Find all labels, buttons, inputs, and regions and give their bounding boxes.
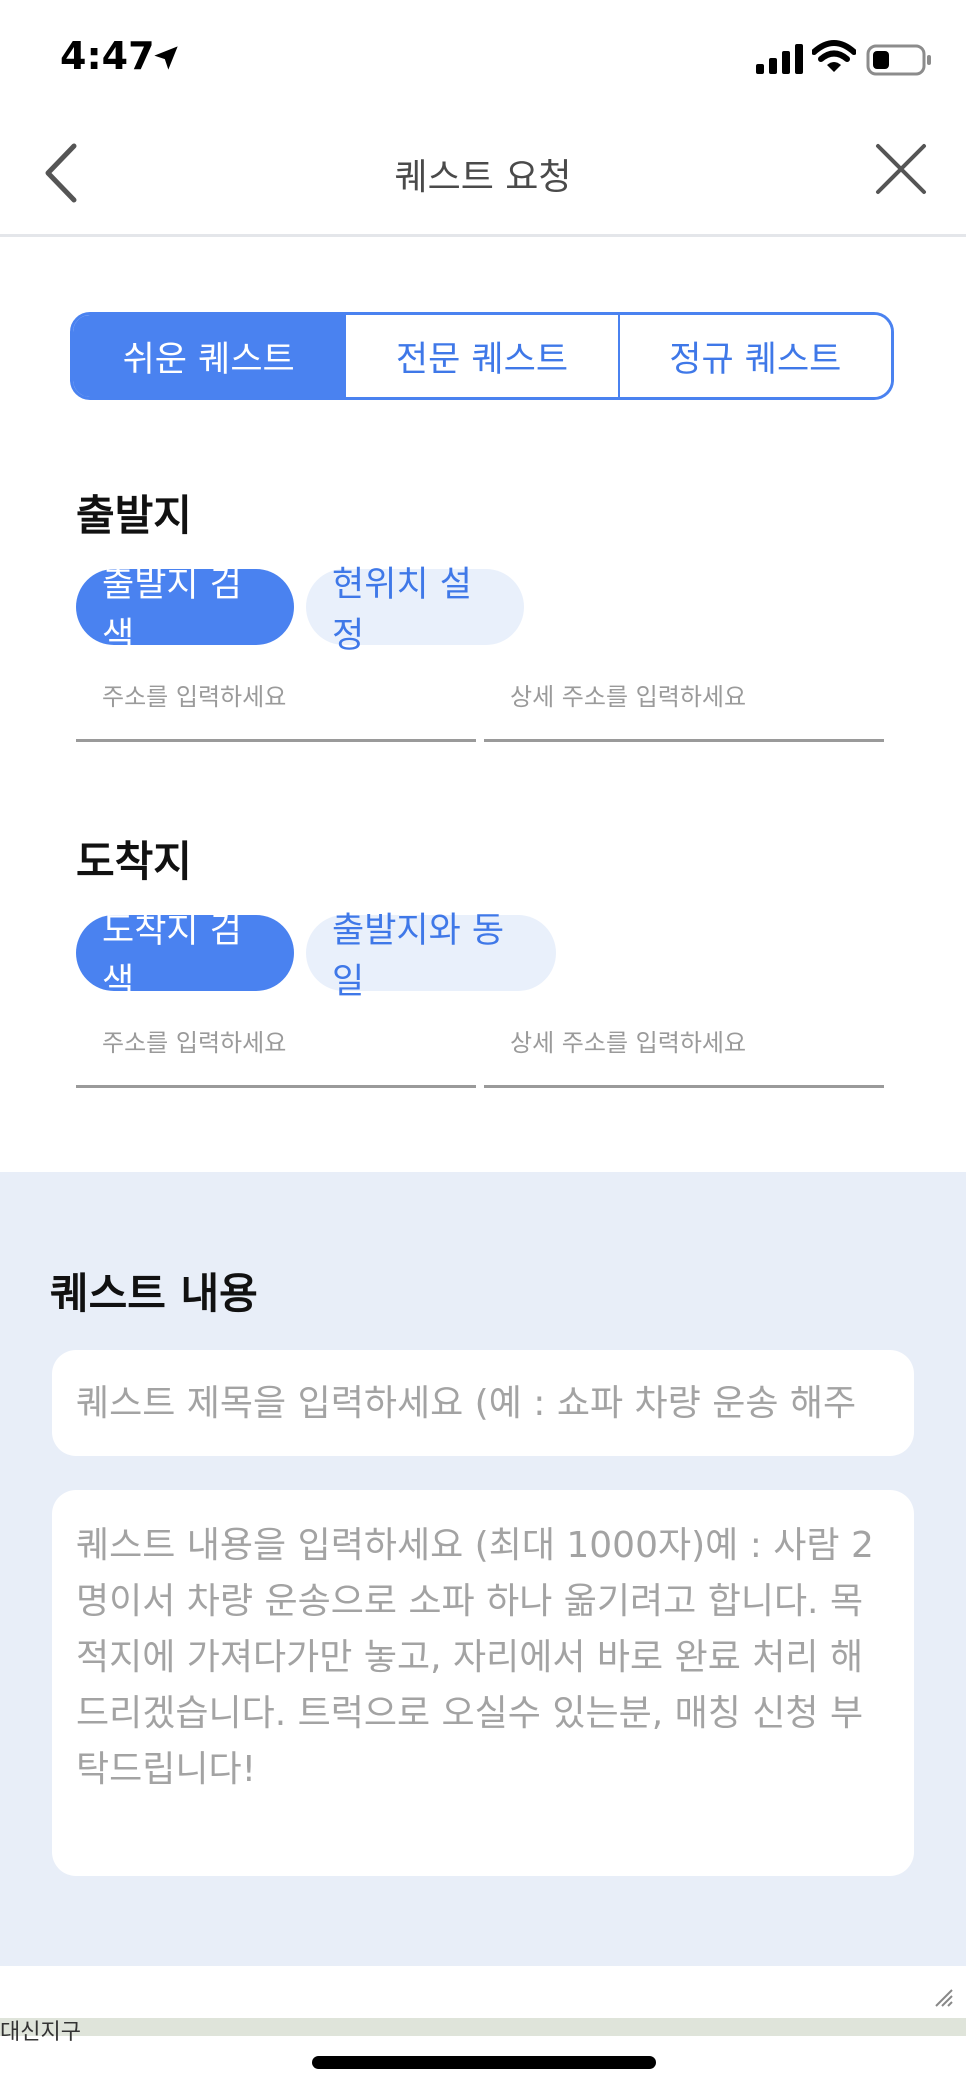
battery-icon (866, 44, 931, 76)
tab-easy-quest[interactable]: 쉬운 퀘스트 (73, 315, 345, 397)
arrival-search-button[interactable]: 도착지 검색 (76, 911, 294, 1002)
quest-content-section: 퀘스트 내용 (0, 1172, 966, 1966)
departure-address-input[interactable] (76, 668, 476, 742)
arrival-title: 도착지 (76, 837, 192, 886)
arrival-address-input[interactable] (76, 1014, 476, 1088)
tab-regular-quest[interactable]: 정규 퀘스트 (617, 315, 891, 397)
close-icon[interactable] (874, 142, 928, 196)
quest-body-textarea[interactable] (52, 1490, 914, 1876)
home-indicator[interactable] (312, 2056, 656, 2069)
departure-title: 출발지 (76, 491, 192, 540)
background-map-label: 대신지구 (0, 2020, 81, 2045)
departure-search-button[interactable]: 출발지 검색 (76, 565, 294, 656)
departure-detail-address-input[interactable] (484, 668, 884, 742)
arrival-detail-address-input[interactable] (484, 1014, 884, 1088)
location-arrow-icon (154, 46, 178, 70)
quest-type-tabs: 쉬운 퀘스트 전문 퀘스트 정규 퀘스트 (70, 312, 894, 400)
status-time: 4:47 (60, 34, 155, 78)
page-title: 퀘스트 요청 (394, 157, 572, 198)
same-as-departure-button[interactable]: 출발지와 동일 (306, 911, 556, 1002)
navigation-bar: 퀘스트 요청 (0, 118, 966, 237)
status-bar: 4:47 (0, 0, 966, 118)
cellular-signal-icon (756, 44, 803, 74)
tab-expert-quest[interactable]: 전문 퀘스트 (344, 315, 618, 397)
background-map-strip (0, 2018, 966, 2036)
set-current-location-button[interactable]: 현위치 설정 (306, 565, 524, 656)
quest-title-input[interactable] (52, 1350, 914, 1456)
wifi-icon (812, 40, 856, 72)
resize-handle-icon[interactable] (932, 1986, 954, 2008)
quest-content-title: 퀘스트 내용 (50, 1269, 258, 1318)
